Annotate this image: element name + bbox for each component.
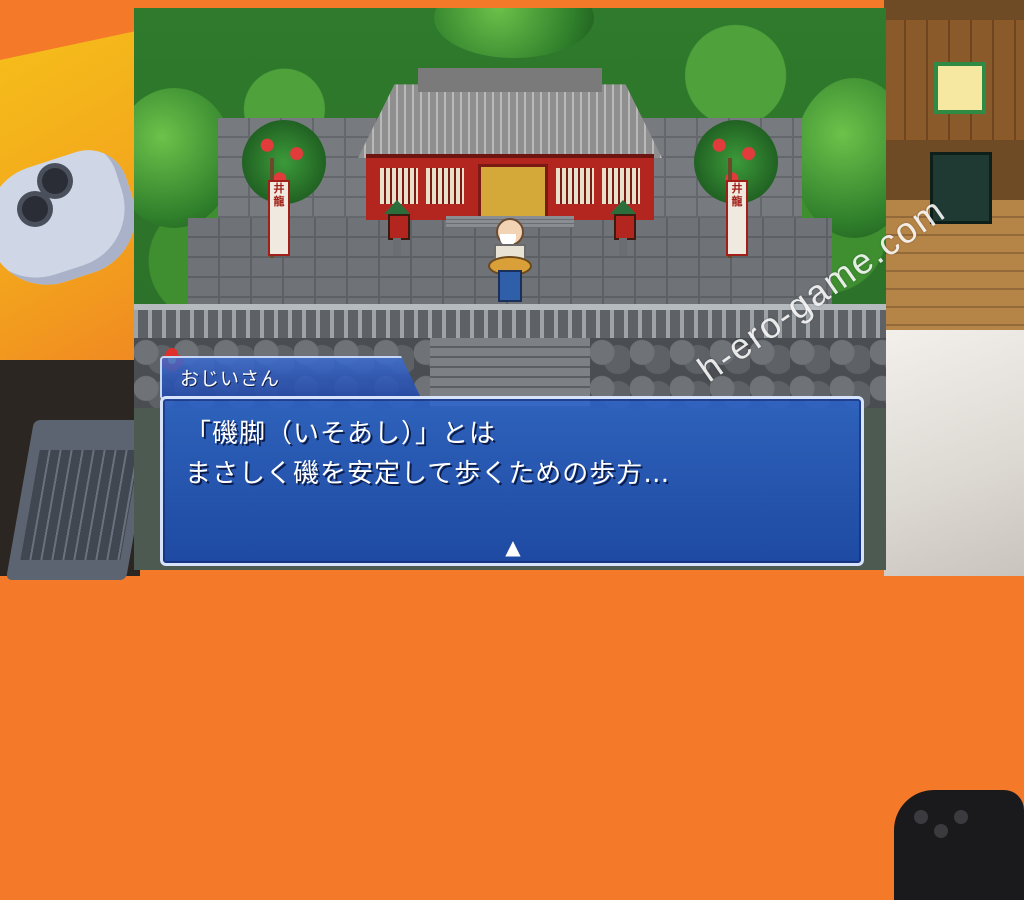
keyboard-photo <box>20 450 140 560</box>
game-controller-photo <box>0 139 151 320</box>
speaker-name-box: おじいさん <box>160 356 422 400</box>
lantern-icon <box>610 200 636 256</box>
banner-text-right: 井龍 <box>731 182 743 208</box>
game-screen[interactable]: 井龍 井龍 おじいさん 「磯脚（いそあし）」とは まさしく磯を安定して歩くための… <box>134 8 886 570</box>
controller-body <box>0 139 151 301</box>
lattice-window <box>556 168 594 204</box>
dialogue-box[interactable]: 「磯脚（いそあし）」とは まさしく磯を安定して歩くための歩方… ▲ <box>160 396 864 566</box>
black-controller-photo <box>894 790 1024 900</box>
banner-right: 井龍 <box>726 180 748 256</box>
button-icon <box>934 824 948 838</box>
lantern-icon <box>384 200 410 256</box>
thumbstick-icon <box>42 168 68 194</box>
thumbstick-icon <box>22 196 48 222</box>
player-body <box>498 270 522 302</box>
player-character <box>488 256 532 302</box>
white-backdrop <box>884 330 1024 900</box>
shrine-altar <box>478 164 548 222</box>
banner-text-left: 井龍 <box>273 182 285 208</box>
button-icon <box>914 810 928 824</box>
game-room-screenshot <box>884 0 1024 330</box>
speaker-name: おじいさん <box>180 368 281 390</box>
dialogue-line-2: まさしく磯を安定して歩くための歩方… <box>185 459 671 489</box>
continue-arrow-icon[interactable]: ▲ <box>493 535 533 559</box>
lattice-window <box>380 168 418 204</box>
window-icon <box>934 62 986 114</box>
lattice-window <box>602 168 640 204</box>
background-right-panel <box>884 0 1024 900</box>
dialogue-line-1: 「磯脚（いそあし）」とは <box>185 419 497 449</box>
lattice-window <box>426 168 464 204</box>
button-icon <box>954 810 968 824</box>
background-left-panel <box>0 0 155 580</box>
shrine-roof-ridge <box>418 68 602 92</box>
banner-left: 井龍 <box>268 180 290 256</box>
